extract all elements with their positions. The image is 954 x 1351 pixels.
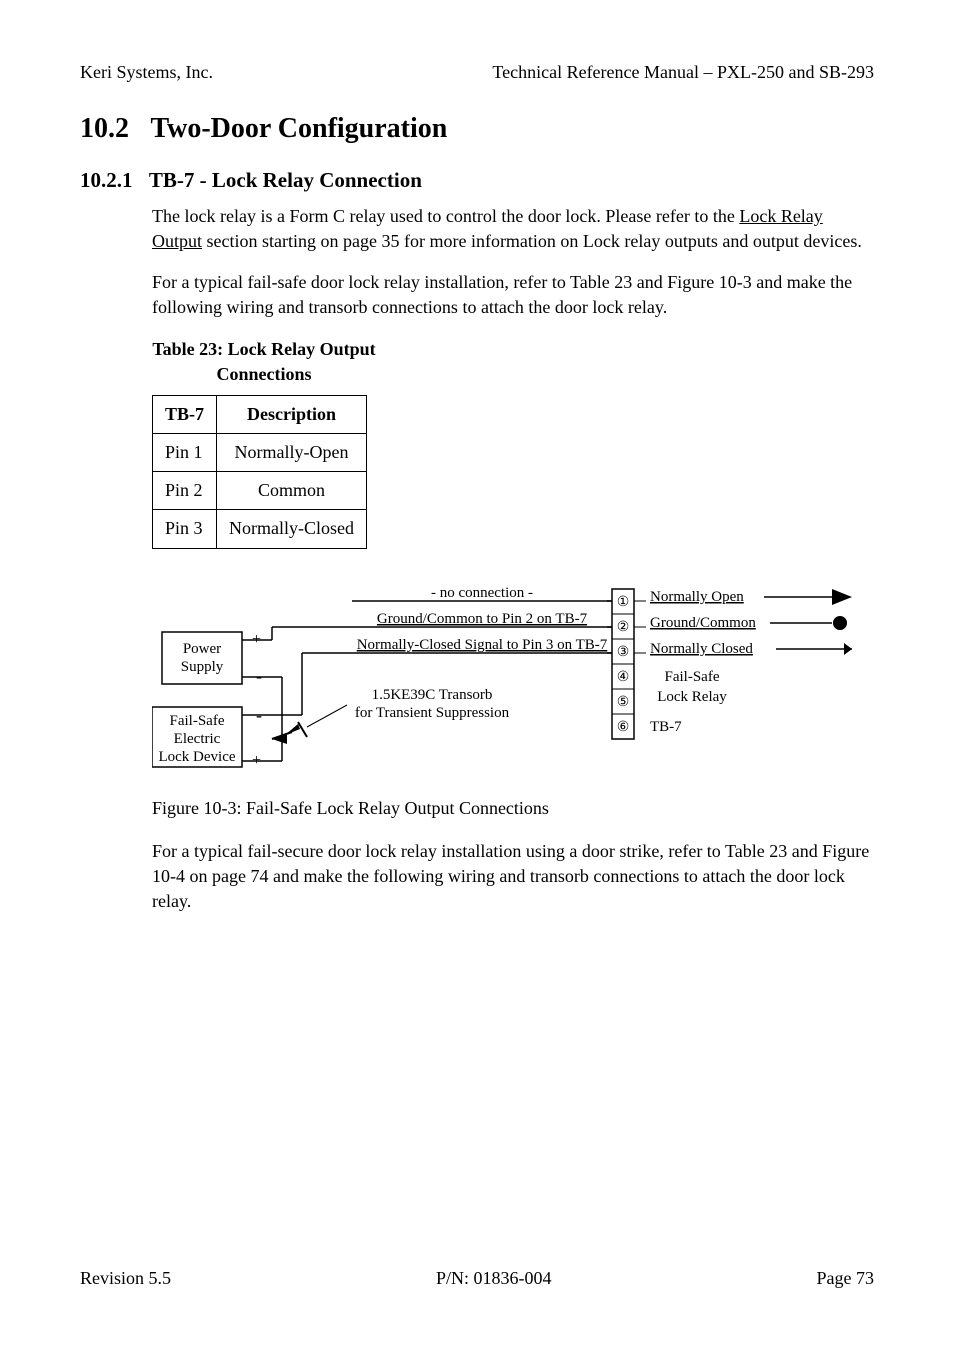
tb-pin-1: ① <box>617 595 630 610</box>
lock-device-label-3: Lock Device <box>158 749 235 765</box>
power-supply-label-2: Supply <box>181 659 224 675</box>
table-row: Pin 2 Common <box>153 472 367 510</box>
tb-pin-2: ② <box>617 620 630 635</box>
table-23-caption: Table 23: Lock Relay Output Connections <box>152 337 376 387</box>
wire-no-connection-label: - no connection - <box>431 585 533 601</box>
tb-pin-5: ⑤ <box>617 695 630 710</box>
table-header-tb7: TB-7 <box>153 395 217 433</box>
section-title: Two-Door Configuration <box>151 113 448 144</box>
company-name: Keri Systems, Inc. <box>80 60 213 85</box>
page-footer: Revision 5.5 P/N: 01836-004 Page 73 <box>80 1186 874 1291</box>
right-label-fail-safe: Fail-Safe <box>665 669 720 685</box>
wire-ground-common-label: Ground/Common to Pin 2 on TB-7 <box>377 611 588 627</box>
revision-label: Revision 5.5 <box>80 1266 171 1291</box>
subsection-number: 10.2.1 <box>80 166 144 195</box>
page-number-label: Page 73 <box>817 1266 875 1291</box>
table-header-row: TB-7 Description <box>153 395 367 433</box>
section-heading: 10.2 Two-Door Configuration <box>80 109 874 148</box>
tb-pin-3: ③ <box>617 645 630 660</box>
power-supply-label-1: Power <box>183 641 221 657</box>
figure-10-3: Power Supply + - Fail-Safe Electric Lock… <box>152 577 874 784</box>
subsection-title: TB-7 - Lock Relay Connection <box>149 168 422 192</box>
circle-icon <box>833 616 847 630</box>
right-label-normally-closed: Normally Closed <box>650 641 753 657</box>
page-header: Keri Systems, Inc. Technical Reference M… <box>80 60 874 85</box>
table-header-description: Description <box>217 395 367 433</box>
part-number-label: P/N: 01836-004 <box>436 1266 552 1291</box>
right-label-lock-relay: Lock Relay <box>657 689 727 705</box>
power-minus-label: - <box>256 666 262 686</box>
tb-pin-6: ⑥ <box>617 720 630 735</box>
paragraph-3: For a typical fail-secure door lock rela… <box>152 839 874 915</box>
table-row: Pin 1 Normally-Open <box>153 434 367 472</box>
section-number: 10.2 <box>80 109 144 148</box>
figure-10-3-caption: Figure 10-3: Fail-Safe Lock Relay Output… <box>152 796 874 821</box>
table-23: TB-7 Description Pin 1 Normally-Open Pin… <box>152 395 367 549</box>
paragraph-1: The lock relay is a Form C relay used to… <box>152 204 874 254</box>
lock-device-label-2: Electric <box>174 731 221 747</box>
transorb-label-1: 1.5KE39C Transorb <box>372 687 493 703</box>
arrow-icon <box>844 643 852 655</box>
wiring-diagram: Power Supply + - Fail-Safe Electric Lock… <box>152 577 852 777</box>
right-label-tb7: TB-7 <box>650 719 682 735</box>
lock-device-label-1: Fail-Safe <box>170 713 225 729</box>
wire-nc-signal-label: Normally-Closed Signal to Pin 3 on TB-7 <box>357 637 608 653</box>
table-row: Pin 3 Normally-Closed <box>153 510 367 548</box>
right-label-normally-open: Normally Open <box>650 589 744 605</box>
right-label-ground-common: Ground/Common <box>650 615 756 631</box>
tb-pin-4: ④ <box>617 670 630 685</box>
triangle-icon <box>832 589 852 605</box>
subsection-heading: 10.2.1 TB-7 - Lock Relay Connection <box>80 166 874 195</box>
manual-title: Technical Reference Manual – PXL-250 and… <box>492 60 874 85</box>
transorb-label-2: for Transient Suppression <box>355 705 510 721</box>
paragraph-2: For a typical fail-safe door lock relay … <box>152 270 874 320</box>
